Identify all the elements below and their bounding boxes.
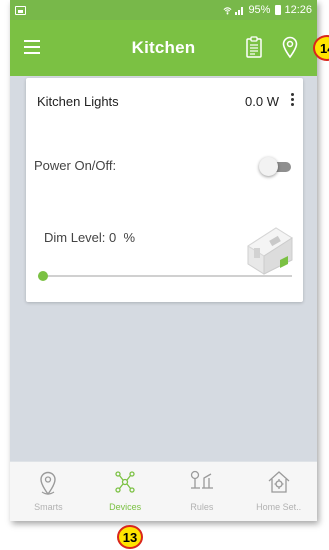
slider-knob[interactable] bbox=[38, 271, 48, 281]
device-card[interactable]: Kitchen Lights 0.0 W Power On/Off: Dim L… bbox=[26, 78, 303, 302]
power-label: Power On/Off: bbox=[34, 158, 117, 173]
dim-unit: % bbox=[123, 230, 136, 245]
dim-label-text: Dim Level: bbox=[44, 230, 106, 245]
dim-level-slider[interactable] bbox=[38, 270, 292, 282]
nav-label-devices: Devices bbox=[109, 502, 142, 512]
battery-icon bbox=[275, 5, 282, 15]
nav-label-smarts: Smarts bbox=[34, 502, 63, 512]
home-settings-icon bbox=[268, 471, 290, 493]
nav-item-devices[interactable]: Devices bbox=[87, 462, 164, 521]
dimmer-module-image bbox=[247, 227, 293, 275]
battery-percent: 95% bbox=[248, 4, 271, 16]
clipboard-icon[interactable] bbox=[245, 36, 263, 58]
rules-icon bbox=[190, 470, 213, 489]
toggle-thumb bbox=[259, 157, 278, 176]
nav-item-rules[interactable]: Rules bbox=[164, 462, 241, 521]
more-options-icon[interactable] bbox=[291, 93, 295, 107]
status-indicators: 95% 12:26 bbox=[223, 4, 312, 16]
image-notification-icon bbox=[15, 5, 26, 15]
nav-item-home-settings[interactable]: Home Set.. bbox=[240, 462, 317, 521]
location-pin-icon[interactable] bbox=[282, 36, 298, 58]
nav-item-smarts[interactable]: Smarts bbox=[10, 462, 87, 521]
smarts-location-icon bbox=[40, 471, 57, 496]
nav-label-home-settings: Home Set.. bbox=[256, 502, 302, 512]
slider-rail bbox=[38, 275, 292, 277]
app-bar: Kitchen bbox=[10, 20, 317, 76]
status-bar: 95% 12:26 bbox=[10, 0, 317, 20]
signal-icon bbox=[235, 6, 244, 15]
bottom-navigation: Smarts Devices Rules Home Set.. bbox=[10, 461, 317, 521]
wifi-icon bbox=[223, 6, 232, 15]
clock: 12:26 bbox=[284, 4, 312, 16]
dim-level-label: Dim Level: 0 % bbox=[44, 230, 135, 245]
device-name: Kitchen Lights bbox=[37, 94, 119, 109]
power-toggle[interactable] bbox=[259, 156, 293, 176]
callout-marker-devices: 13 bbox=[117, 525, 143, 549]
phone-screen: 95% 12:26 Kitchen Kitchen Lights 0.0 W P… bbox=[10, 0, 317, 521]
power-reading: 0.0 W bbox=[245, 94, 279, 109]
page-title: Kitchen bbox=[131, 38, 196, 57]
nav-label-rules: Rules bbox=[190, 502, 214, 512]
devices-network-icon bbox=[115, 471, 135, 493]
